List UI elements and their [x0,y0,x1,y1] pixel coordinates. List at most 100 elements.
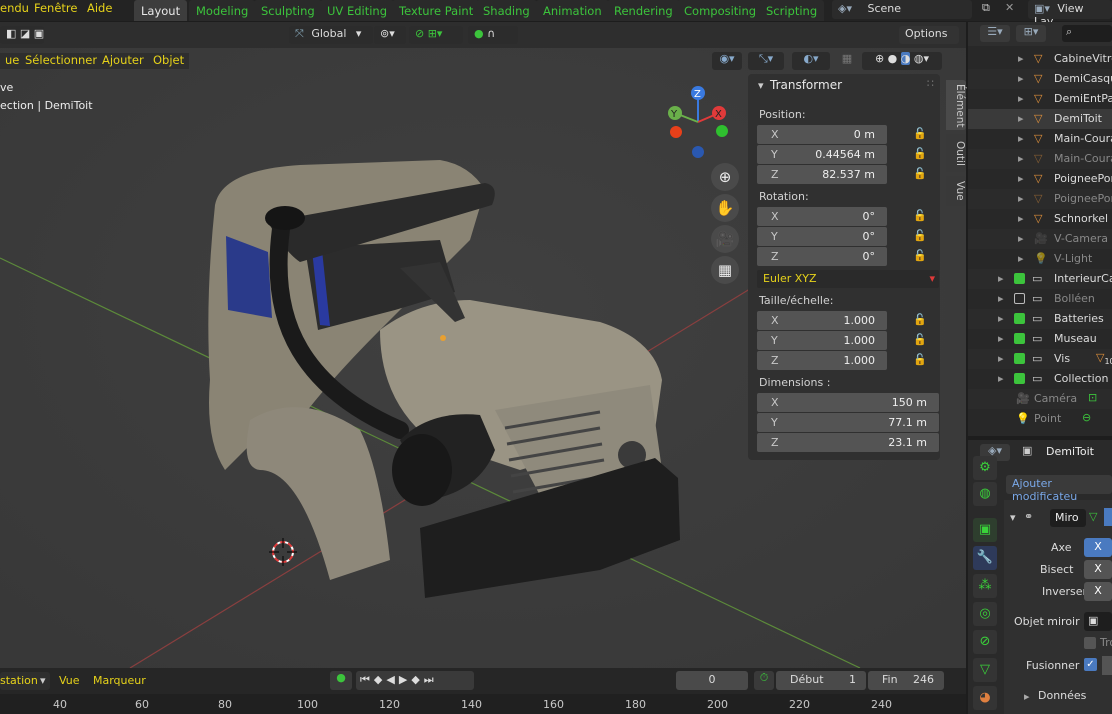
mode-icons[interactable]: ◧ ◪ ▣ [0,26,44,44]
expand-arrow-icon[interactable]: ▸ [1018,172,1024,185]
current-frame-field[interactable]: 0 [676,671,748,690]
expand-arrow-icon[interactable]: ▸ [998,292,1004,305]
outliner-item[interactable]: ▸ ▭ Batteries [968,309,1112,329]
filter-icon[interactable]: ⊞▾ [1016,25,1046,42]
expand-arrow-icon[interactable]: ▸ [1024,690,1030,703]
outliner-item[interactable]: ▸ 🎥 V-Camera [968,229,1112,249]
tab-sculpting[interactable]: Sculpting [254,0,322,21]
data-icon[interactable]: ⊡ [1088,391,1097,404]
modifier-tab-icon[interactable]: 🔧 [973,546,997,570]
rotation-x-field[interactable]: X 0° [757,207,887,226]
scene-selector[interactable]: ◈▾ Scene [832,0,972,19]
gizmo-toggle-icon[interactable]: ⤡▾ [748,52,784,70]
end-frame-field[interactable]: Fin 246 [868,671,944,690]
collection-checkbox[interactable] [1014,313,1025,324]
dimension-y-field[interactable]: Y 77.1 m [757,413,939,432]
search-icon[interactable]: ⌕ [1062,25,1112,42]
menu-ajouter[interactable]: Ajouter [97,53,149,69]
view-layer-selector[interactable]: ▣▾ View Lay [1028,0,1112,28]
play-icon[interactable]: ▶ [399,673,411,686]
outliner-item[interactable]: ▸ ▽ Main-Courar [968,129,1112,149]
camera-icon[interactable]: 🎥 [711,225,739,253]
material-tab-icon[interactable]: ◕ [973,686,997,710]
position-x-field[interactable]: X 0 m [757,125,887,144]
expand-arrow-icon[interactable]: ▸ [998,272,1004,285]
expand-arrow-icon[interactable]: ▸ [998,352,1004,365]
expand-arrow-icon[interactable]: ▸ [998,372,1004,385]
start-frame-field[interactable]: Début 1 [776,671,866,690]
expand-arrow-icon[interactable]: ▸ [1018,112,1024,125]
outliner-item[interactable]: ▸ ▽ CabineVitre [968,49,1112,69]
tool-tab-icon[interactable]: ⚙ [973,456,997,480]
expand-arrow-icon[interactable]: ▸ [1018,92,1024,105]
expand-arrow-icon[interactable]: ▸ [1018,132,1024,145]
lock-icon[interactable]: 🔓 [913,127,927,140]
jump-end-icon[interactable]: ⏭ [424,673,438,686]
menu-objet[interactable]: Objet [148,53,190,69]
lock-icon[interactable]: 🔓 [913,229,927,242]
grid-perspective-icon[interactable]: ▦ [711,256,739,284]
expand-arrow-icon[interactable]: ▸ [1018,72,1024,85]
outliner-item[interactable]: ▸ ▽ PoigneePort [968,169,1112,189]
tab-vue[interactable]: Vue [946,176,966,206]
lock-icon[interactable]: 🔓 [913,209,927,222]
scale-x-field[interactable]: X 1.000 [757,311,887,330]
pivot-icon[interactable]: ⊚▾ [374,26,406,44]
tab-modeling[interactable]: Modeling [189,0,256,21]
prev-keyframe-icon[interactable]: ◆ [374,673,386,686]
tab-texture-paint[interactable]: Texture Paint [392,0,481,21]
scale-z-field[interactable]: Z 1.000 [757,351,887,370]
zoom-icon[interactable]: ⊕ [711,163,739,191]
lock-icon[interactable]: 🔓 [913,353,927,366]
record-icon[interactable]: ● [330,671,352,690]
dimension-x-field[interactable]: X 150 m [757,393,939,412]
outliner-item[interactable]: ▸ ▭ Bolléen [968,289,1112,309]
object-tab-icon[interactable]: ▣ [973,518,997,542]
tab-outil[interactable]: Outil [946,134,966,172]
play-reverse-icon[interactable]: ◀ [386,673,398,686]
outliner-item[interactable]: ▸ ▭ InterieurCab [968,269,1112,289]
bisect-x-toggle[interactable]: X [1084,560,1112,579]
edit-mode-icon[interactable]: ▽ [1089,510,1097,523]
menu-marqueur[interactable]: Marqueur [93,674,146,687]
expand-arrow-icon[interactable]: ▸ [998,312,1004,325]
fusionner-checkbox[interactable]: ✓ [1084,658,1097,671]
next-keyframe-icon[interactable]: ◆ [411,673,423,686]
tab-rendering[interactable]: Rendering [607,0,680,21]
outliner-item[interactable]: ▸ ▭ Collection 7 [968,369,1112,389]
outliner-item[interactable]: ▸ ▽ DemiToit [968,109,1112,129]
outliner-item[interactable]: ▸ ▽ PoigneePort [968,189,1112,209]
menu-rendu[interactable]: endu [0,1,29,15]
clock-icon[interactable]: ⏱ [754,671,774,690]
add-modifier-button[interactable]: Ajouter modificateu [1006,475,1112,503]
shading-mode-icons[interactable]: ⊕ ● ◑ ◍▾ [862,52,942,70]
data-tab-icon[interactable]: ▽ [973,658,997,682]
scale-y-field[interactable]: Y 1.000 [757,331,887,350]
tro-checkbox[interactable] [1084,637,1096,649]
position-y-field[interactable]: Y 0.44564 m [757,145,887,164]
rotation-y-field[interactable]: Y 0° [757,227,887,246]
outliner-item[interactable]: 💡 Point ⊖ [968,409,1112,429]
outliner-item[interactable]: ▸ ▽ DemiCasqu [968,69,1112,89]
data-icon[interactable]: ⊖ [1082,411,1091,424]
expand-arrow-icon[interactable]: ▸ [1018,152,1024,165]
tab-animation[interactable]: Animation [536,0,609,21]
collapse-arrow-icon[interactable]: ▾ [1010,511,1016,524]
constraints-tab-icon[interactable]: ⊘ [973,630,997,654]
outliner-item[interactable]: ▸ ▽ Schnorkel [968,209,1112,229]
axe-x-toggle[interactable]: X [1084,538,1112,557]
tab-shading[interactable]: Shading [476,0,537,21]
overlay-icon[interactable]: ◐▾ [792,52,830,70]
rotation-mode-dropdown[interactable]: Euler XYZ ▾ [757,270,939,288]
navigation-gizmo[interactable]: Z X Y [664,84,738,160]
collapse-arrow-icon[interactable]: ▾ [758,79,764,92]
tab-uv-editing[interactable]: UV Editing [320,0,394,21]
lock-icon[interactable]: 🔓 [913,313,927,326]
expand-arrow-icon[interactable]: ▸ [1018,52,1024,65]
collection-checkbox[interactable] [1014,353,1025,364]
lock-icon[interactable]: 🔓 [913,167,927,180]
position-z-field[interactable]: Z 82.537 m [757,165,887,184]
visibility-icon[interactable]: ◉▾ [712,52,742,70]
menu-selectionner[interactable]: Sélectionner [20,53,103,69]
outliner-item[interactable]: ▸ ▭ Museau [968,329,1112,349]
